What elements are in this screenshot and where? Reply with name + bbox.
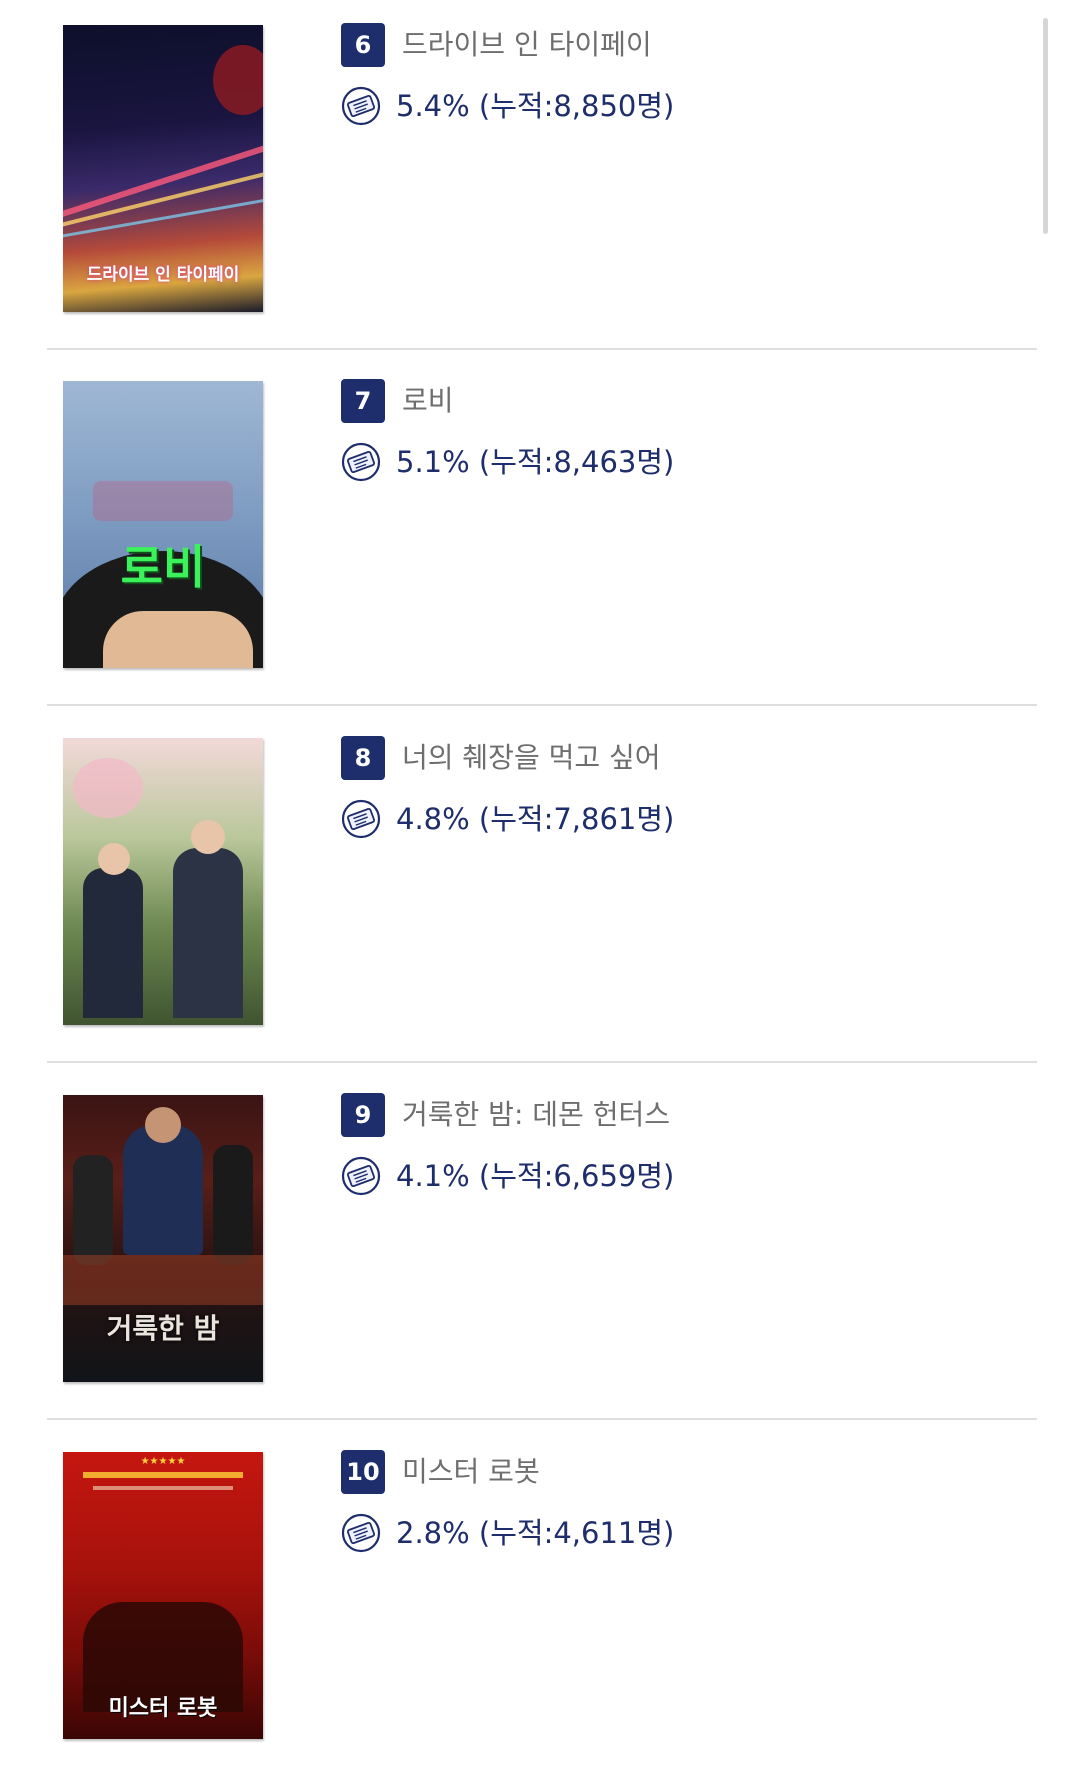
rank-badge: 6: [341, 23, 385, 67]
movie-poster[interactable]: 로비: [63, 381, 263, 668]
rank-badge: 10: [341, 1450, 385, 1494]
rank-badge: 9: [341, 1093, 385, 1137]
ticket-icon: [341, 799, 381, 839]
movie-title[interactable]: 로비: [402, 378, 454, 424]
list-item[interactable]: 로비 7 로비 5.1% (누적:8,463명): [47, 356, 1037, 712]
poster-title-text: 로비: [120, 540, 206, 594]
divider: [47, 1061, 1037, 1063]
movie-poster[interactable]: ★★★★★ 미스터 로봇: [63, 1452, 263, 1739]
ticket-icon: [341, 86, 381, 126]
list-item[interactable]: ★★★★★ 미스터 로봇 10 미스터 로봇 2.8% (누적:4,611명): [47, 1427, 1037, 1783]
ticket-icon: [341, 1513, 381, 1553]
divider: [47, 1418, 1037, 1420]
ticket-icon: [341, 1156, 381, 1196]
rank-badge: 8: [341, 736, 385, 780]
movie-title[interactable]: 거룩한 밤: 데몬 헌터스: [402, 1092, 670, 1138]
list-item[interactable]: 거룩한 밤 9 거룩한 밤: 데몬 헌터스 4.1% (누적:6,659명): [47, 1070, 1037, 1426]
divider: [47, 704, 1037, 706]
rank-badge: 7: [341, 379, 385, 423]
movie-title[interactable]: 너의 췌장을 먹고 싶어: [402, 735, 661, 781]
movie-poster[interactable]: 드라이브 인 타이페이: [63, 25, 263, 312]
audience-share: 2.8% (누적:4,611명): [396, 1516, 675, 1550]
divider: [47, 348, 1037, 350]
movie-poster[interactable]: 거룩한 밤: [63, 1095, 263, 1382]
movie-poster[interactable]: [63, 738, 263, 1025]
audience-share: 4.8% (누적:7,861명): [396, 802, 675, 836]
audience-share: 5.4% (누적:8,850명): [396, 89, 675, 123]
box-office-list: 드라이브 인 타이페이 6 드라이브 인 타이페이 5.4% (누적:8,850…: [0, 0, 1080, 1758]
audience-share: 5.1% (누적:8,463명): [396, 445, 675, 479]
poster-title-text: 드라이브 인 타이페이: [86, 265, 240, 285]
audience-share: 4.1% (누적:6,659명): [396, 1159, 675, 1193]
movie-title[interactable]: 드라이브 인 타이페이: [402, 22, 652, 68]
scrollbar[interactable]: [1043, 18, 1048, 234]
ticket-icon: [341, 442, 381, 482]
movie-title[interactable]: 미스터 로봇: [402, 1449, 540, 1495]
list-item[interactable]: 드라이브 인 타이페이 6 드라이브 인 타이페이 5.4% (누적:8,850…: [47, 0, 1037, 356]
list-item[interactable]: 8 너의 췌장을 먹고 싶어 4.8% (누적:7,861명): [47, 713, 1037, 1069]
poster-title-text: 미스터 로봇: [108, 1696, 218, 1721]
poster-title-text: 거룩한 밤: [106, 1312, 220, 1345]
